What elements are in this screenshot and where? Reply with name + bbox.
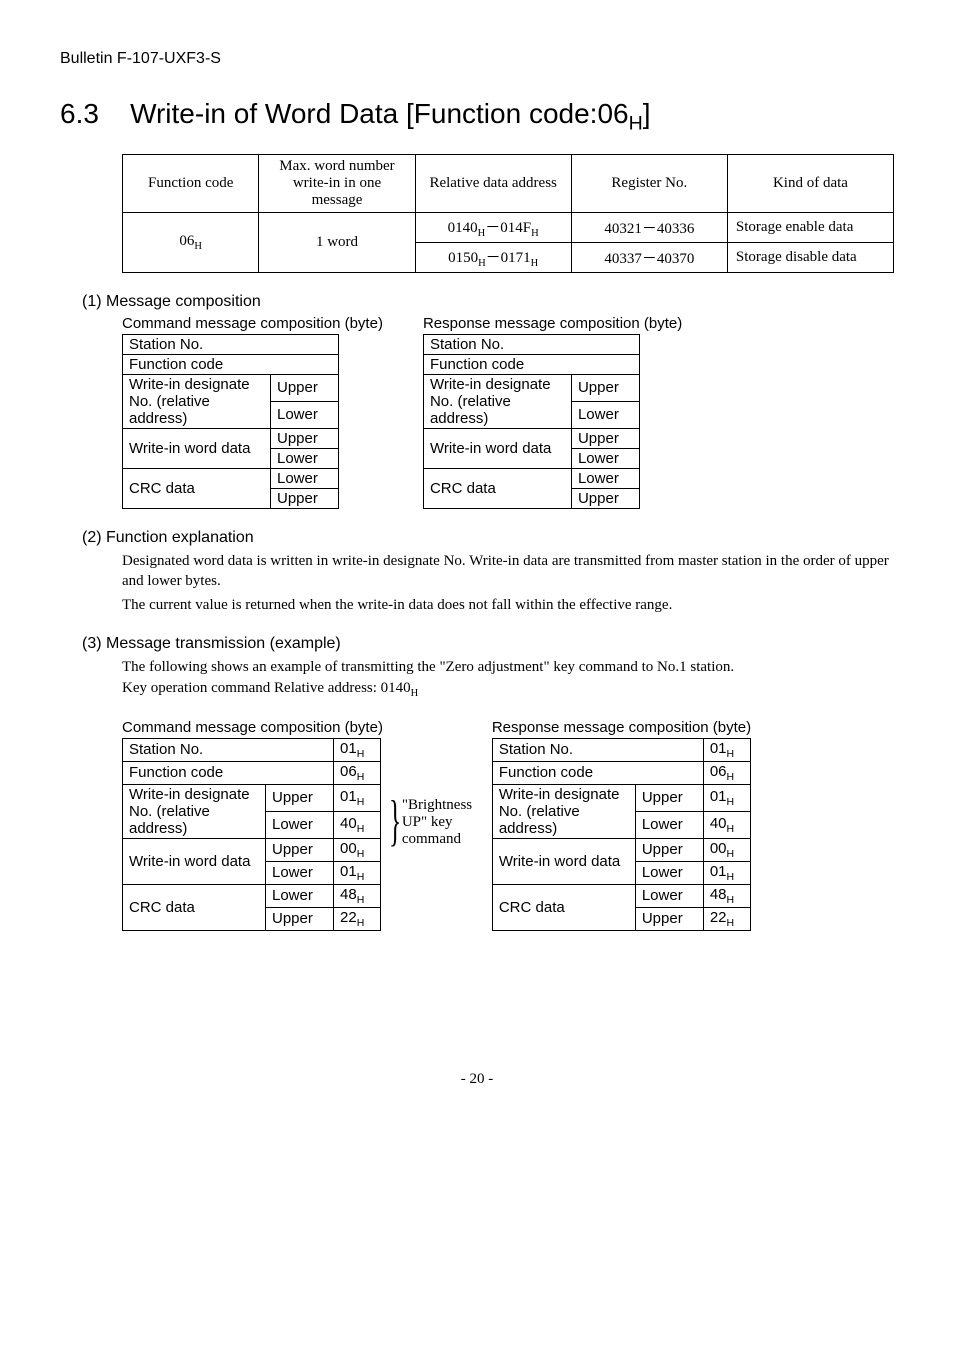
cmd-msg-table-3: Station No.01H Function code06H Write-in… [122,738,381,931]
resp-caption-3: Response message composition (byte) [492,719,751,736]
resp-msg-table-1: Station No. Function code Write-in desig… [423,334,640,509]
page-number: - 20 - [60,1071,894,1088]
cmd-msg-table-1: Station No. Function code Write-in desig… [122,334,339,509]
section-1-heading: (1) Message composition [82,293,894,311]
col-max-word: Max. word number write-in in one message [259,154,415,212]
col-rel-addr: Relative data address [415,154,571,212]
brace-icon: } [389,798,401,846]
cmd-caption: Command message composition (byte) [122,315,383,332]
bulletin-id: Bulletin F-107-UXF3-S [60,50,894,68]
resp-caption: Response message composition (byte) [423,315,682,332]
col-kind: Kind of data [727,154,893,212]
section-3-heading: (3) Message transmission (example) [82,635,894,653]
section-3-p2: Key operation command Relative address: … [122,678,894,701]
col-function-code: Function code [123,154,259,212]
brace-annotation: "Brightness UP" key command [402,797,482,848]
cmd-caption-3: Command message composition (byte) [122,719,383,736]
section-2-heading: (2) Function explanation [82,529,894,547]
col-register: Register No. [571,154,727,212]
section-3-p1: The following shows an example of transm… [122,657,894,677]
section-2-p2: The current value is returned when the w… [122,595,894,615]
page-title: 6.3 Write-in of Word Data [Function code… [60,98,894,136]
section-2-p1: Designated word data is written in write… [122,551,894,592]
function-code-table: Function code Max. word number write-in … [122,154,894,273]
resp-msg-table-3: Station No.01H Function code06H Write-in… [492,738,751,931]
